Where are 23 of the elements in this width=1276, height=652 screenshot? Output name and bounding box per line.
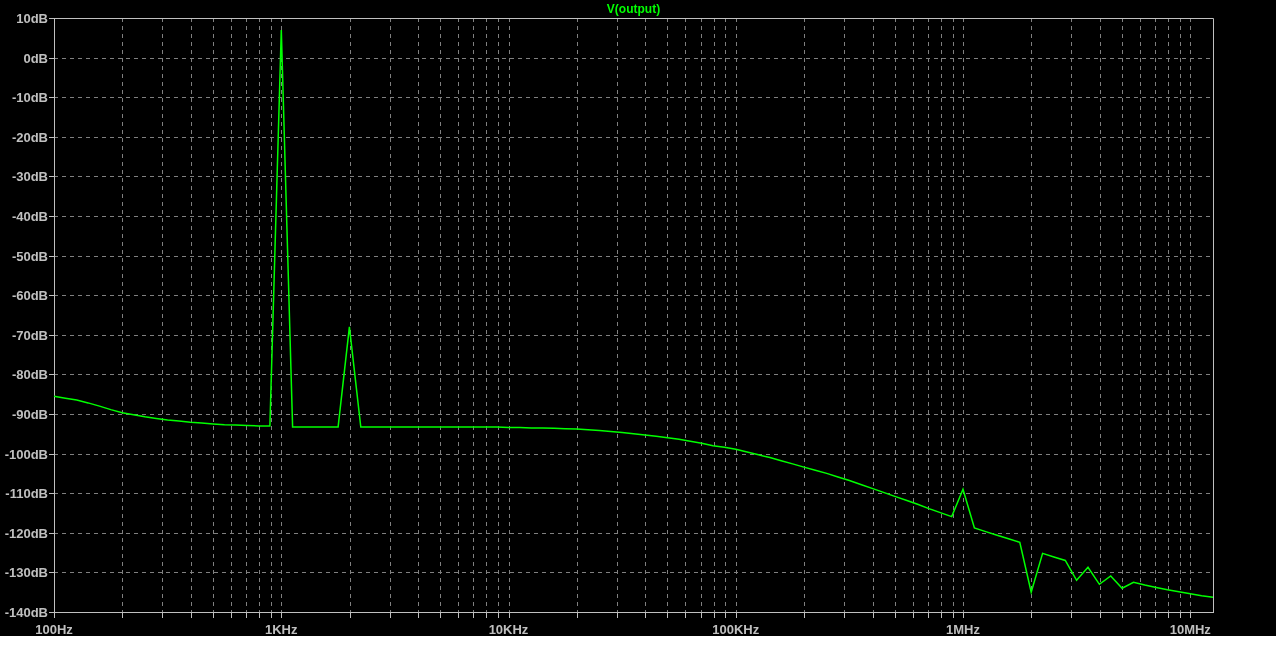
y-tick-label: -120dB bbox=[4, 525, 48, 541]
x-tick-label: 1KHz bbox=[265, 622, 298, 636]
y-tick-label: -40dB bbox=[11, 209, 48, 224]
x-tick-label: 1MHz bbox=[946, 622, 980, 636]
y-tick-label: -70dB bbox=[11, 327, 48, 343]
y-tick-label: -90dB bbox=[11, 407, 48, 422]
y-tick-label: -140dB bbox=[4, 605, 48, 620]
y-tick-label: -10dB bbox=[11, 90, 48, 106]
x-tick-label: 10KHz bbox=[488, 622, 529, 636]
y-tick-label: 0dB bbox=[23, 50, 48, 66]
y-tick-label: -110dB bbox=[5, 486, 48, 502]
y-tick-label: -130dB bbox=[4, 565, 48, 581]
y-tick-label: -60dB bbox=[11, 288, 48, 304]
x-tick-label: 100KHz bbox=[712, 622, 760, 636]
y-tick-label: -30dB bbox=[11, 169, 48, 185]
x-tick-label: 100Hz bbox=[35, 622, 73, 636]
y-tick-label: -20dB bbox=[11, 129, 48, 145]
x-tick-label: 10MHz bbox=[1169, 622, 1211, 636]
y-tick-label: -50dB bbox=[11, 248, 48, 264]
y-tick-label: 10dB bbox=[16, 11, 48, 26]
y-tick-label: -100dB bbox=[4, 446, 48, 462]
trace-legend[interactable]: V(output) bbox=[606, 2, 661, 16]
y-tick-label: -80dB bbox=[11, 367, 48, 383]
